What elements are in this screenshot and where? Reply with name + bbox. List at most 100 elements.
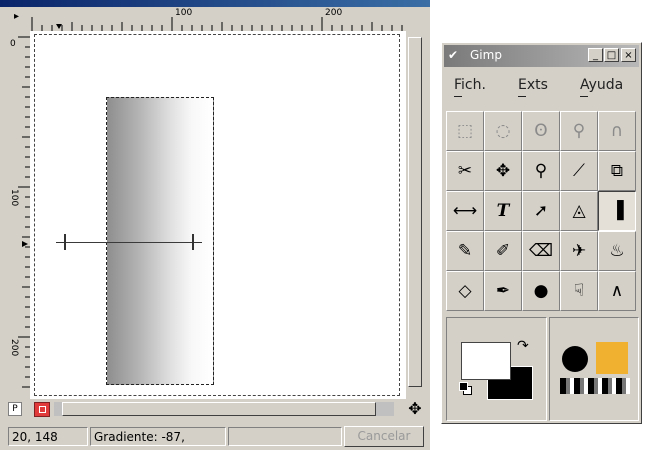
pencil-tool-button[interactable]: ✎ — [446, 231, 484, 271]
scissors-icon: ✂ — [457, 161, 473, 181]
gradient-end-tick — [194, 242, 202, 243]
rect-select-icon: ⬚ — [456, 121, 474, 141]
pencil-icon: ✎ — [457, 241, 473, 261]
ruler-corner-menu-button[interactable]: ▸ — [8, 7, 31, 32]
paintbrush-tool-button[interactable]: ✐ — [484, 231, 522, 271]
vertical-ruler[interactable]: 0 100 200 — [8, 31, 31, 399]
image-window-titlebar[interactable] — [0, 0, 430, 7]
lasso-tool-button[interactable]: ʘ — [522, 111, 560, 151]
image-canvas[interactable] — [30, 31, 406, 399]
close-button[interactable]: × — [621, 48, 636, 62]
brush-preview[interactable] — [562, 346, 588, 372]
blend-icon: ▐ — [610, 201, 624, 221]
toolbox-title: Gimp — [470, 48, 502, 62]
horizontal-scroll-thumb[interactable] — [62, 402, 376, 416]
gradient-preview[interactable] — [560, 378, 630, 394]
magic-wand-tool-button[interactable]: ⚲ — [560, 111, 598, 151]
default-colors-icon[interactable] — [459, 382, 468, 391]
bezier-icon: ∩ — [610, 121, 624, 141]
bucket-fill-tool-button[interactable]: ◬ — [560, 191, 598, 231]
magic-wand-icon: ⚲ — [572, 121, 586, 141]
quickmask-off-button[interactable]: P — [8, 402, 22, 416]
pattern-preview[interactable] — [596, 342, 628, 374]
scissors-tool-button[interactable]: ✂ — [446, 151, 484, 191]
bottom-controls: P ✥ — [8, 400, 424, 418]
ellipse-select-tool-button[interactable]: ◌ — [484, 111, 522, 151]
smudge-icon: ☟ — [573, 281, 585, 301]
gimp-logo-icon: ✔ — [448, 48, 459, 62]
rect-select-tool-button[interactable]: ⬚ — [446, 111, 484, 151]
measure-tool-button[interactable]: ∧ — [598, 271, 636, 311]
airbrush-tool-button[interactable]: ✈ — [560, 231, 598, 271]
ruler-ticks — [31, 17, 403, 31]
ink-tool-button[interactable]: ✒ — [484, 271, 522, 311]
gradient-drag-line — [65, 242, 195, 243]
arrow-right-icon: ▸ — [14, 11, 20, 22]
transform-icon: ⧉ — [610, 161, 624, 181]
gradient-start-handle[interactable] — [64, 234, 66, 250]
bucket-fill-icon: ◬ — [572, 201, 586, 221]
text-icon: T — [496, 201, 510, 221]
dodge-burn-icon: ● — [533, 281, 549, 301]
crop-tool-button[interactable]: ⟋ — [560, 151, 598, 191]
status-message: Gradiente: -87, — [90, 427, 226, 446]
toolbox-menubar: Fich. Exts Ayuda — [446, 73, 637, 103]
toolbox-titlebar[interactable]: ✔ Gimp _ □ × — [444, 45, 639, 67]
blur-icon: ◇ — [458, 281, 472, 301]
navigate-icon[interactable]: ✥ — [406, 400, 424, 418]
ruler-label-0: 0 — [10, 39, 16, 49]
vertical-scrollbar[interactable] — [406, 31, 424, 399]
color-area: ↷ — [446, 317, 547, 421]
menu-extensions[interactable]: Exts — [518, 77, 548, 97]
menu-file[interactable]: Fich. — [454, 77, 486, 97]
cancel-button[interactable]: Cancelar — [344, 426, 424, 447]
paintbrush-icon: ✐ — [495, 241, 511, 261]
horizontal-ruler[interactable]: 100 200 — [30, 7, 406, 32]
eraser-icon: ⌫ — [528, 241, 554, 261]
image-window: ▸ 100 200 0 100 200 P ✥ 20, 148 Gradient… — [0, 0, 430, 450]
color-picker-tool-button[interactable]: ➚ — [522, 191, 560, 231]
bezier-tool-button[interactable]: ∩ — [598, 111, 636, 151]
status-bar: 20, 148 Gradiente: -87, Cancelar — [8, 424, 424, 448]
measure-icon: ∧ — [610, 281, 624, 301]
ruler-label-100: 100 — [175, 8, 193, 18]
text-tool-button[interactable]: T — [484, 191, 522, 231]
move-tool-button[interactable]: ✥ — [484, 151, 522, 191]
zoom-icon: ⚲ — [534, 161, 548, 181]
status-progress — [228, 427, 342, 446]
clone-icon: ♨ — [609, 241, 625, 261]
foreground-color-swatch[interactable] — [461, 342, 511, 380]
crop-icon: ⟋ — [573, 161, 585, 181]
quickmask-toggle-button[interactable] — [34, 402, 50, 417]
airbrush-icon: ✈ — [571, 241, 587, 261]
dodge-burn-tool-button[interactable]: ● — [522, 271, 560, 311]
vertical-scroll-thumb[interactable] — [408, 37, 422, 387]
tool-grid: ⬚ ◌ ʘ ⚲ ∩ ✂ ✥ ⚲ ⟋ ⧉ ⟷ T ➚ ◬ ▐ ✎ ✐ ⌫ ✈ ♨ ◇ ✒ ● ☟ ∧ — [446, 111, 638, 313]
swap-colors-icon[interactable]: ↷ — [517, 338, 529, 354]
minimize-button[interactable]: _ — [588, 48, 603, 62]
smudge-tool-button[interactable]: ☟ — [560, 271, 598, 311]
pointer-coords: 20, 148 — [8, 427, 88, 446]
gradient-start-tick — [56, 242, 64, 243]
blend-tool-button[interactable]: ▐ — [598, 191, 636, 231]
move-icon: ✥ — [495, 161, 511, 181]
flip-icon: ⟷ — [452, 201, 478, 221]
clone-tool-button[interactable]: ♨ — [598, 231, 636, 271]
horizontal-scrollbar[interactable] — [54, 402, 394, 416]
ruler-label-200-vertical: 200 — [9, 339, 19, 357]
transform-tool-button[interactable]: ⧉ — [598, 151, 636, 191]
color-picker-icon: ➚ — [533, 201, 549, 221]
blur-tool-button[interactable]: ◇ — [446, 271, 484, 311]
menu-help[interactable]: Ayuda — [580, 77, 623, 97]
brush-pattern-gradient-area — [549, 317, 639, 421]
toolbox-window: ✔ Gimp _ □ × Fich. Exts Ayuda ⬚ ◌ ʘ ⚲ ∩ ✂ ✥ ⚲ ⟋ ⧉… — [441, 42, 642, 424]
eraser-tool-button[interactable]: ⌫ — [522, 231, 560, 271]
maximize-button[interactable]: □ — [604, 48, 619, 62]
lasso-icon: ʘ — [534, 121, 548, 141]
ruler-label-100-vertical: 100 — [9, 189, 19, 207]
gradient-selection[interactable] — [106, 97, 214, 385]
flip-tool-button[interactable]: ⟷ — [446, 191, 484, 231]
ruler-label-200: 200 — [325, 8, 343, 18]
layer-boundary — [34, 34, 400, 396]
zoom-tool-button[interactable]: ⚲ — [522, 151, 560, 191]
